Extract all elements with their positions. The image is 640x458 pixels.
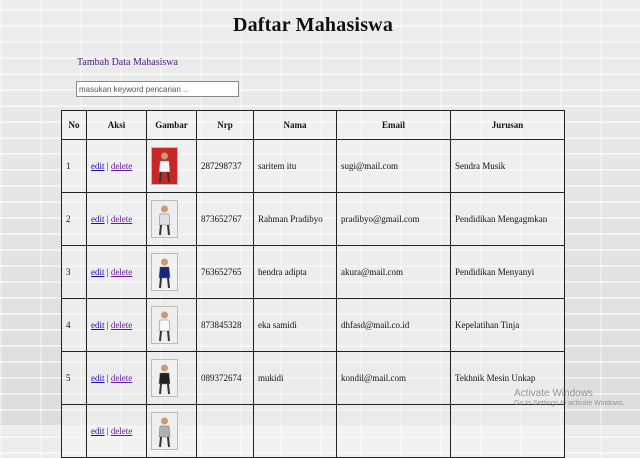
table-body: 1 edit | delete 287298737 saritem itu sugi@m… — [61, 139, 565, 458]
cell-no — [61, 404, 87, 458]
page-title: Daftar Mahasiswa — [232, 14, 394, 36]
column-header-no: No — [61, 110, 87, 140]
cell-gambar — [146, 192, 197, 246]
column-header-nama: Nama — [253, 110, 337, 140]
table-row: 1 edit | delete 287298737 saritem itu sugi@m… — [61, 139, 565, 193]
cell-nama: Rahman Pradibyo — [253, 192, 337, 246]
edit-link[interactable]: edit — [91, 267, 105, 277]
delete-link[interactable]: delete — [111, 214, 133, 224]
search-input[interactable] — [76, 81, 239, 97]
edit-link[interactable]: edit — [91, 373, 105, 383]
cell-gambar — [146, 245, 197, 299]
cell-gambar — [146, 351, 197, 405]
column-header-jurusan: Jurusan — [450, 110, 565, 140]
cell-no: 1 — [61, 139, 87, 193]
cell-email — [336, 404, 451, 458]
delete-link[interactable]: delete — [111, 373, 133, 383]
action-separator: | — [106, 320, 109, 330]
action-separator: | — [106, 426, 109, 436]
column-header-email: Email — [336, 110, 451, 140]
add-student-link[interactable]: Tambah Data Mahasiswa — [77, 57, 178, 68]
delete-link[interactable]: delete — [111, 161, 133, 171]
table-row: 3 edit | delete 763652765 hendra adipta akur… — [61, 245, 565, 299]
cell-no: 5 — [61, 351, 87, 405]
cell-aksi: edit | delete — [86, 245, 147, 299]
cell-email: dhfasd@mail.co.id — [336, 298, 451, 352]
cell-nama — [253, 404, 337, 458]
action-separator: | — [106, 267, 109, 277]
cell-jurusan: Kepelatihan Tinja — [450, 298, 565, 352]
cell-aksi: edit | delete — [86, 351, 147, 405]
cell-nrp: 287298737 — [196, 139, 254, 193]
photo-thumbnail-icon — [151, 306, 178, 344]
cell-jurusan: Pendidikan Menyanyi — [450, 245, 565, 299]
edit-link[interactable]: edit — [91, 214, 105, 224]
cell-aksi: edit | delete — [86, 298, 147, 352]
cell-no: 2 — [61, 192, 87, 246]
cell-nrp: 089372674 — [196, 351, 254, 405]
photo-thumbnail-icon — [151, 412, 178, 450]
photo-thumbnail-icon — [151, 147, 178, 185]
cell-aksi: edit | delete — [86, 139, 147, 193]
column-header-aksi: Aksi — [86, 110, 147, 140]
action-separator: | — [106, 161, 109, 171]
cell-email: kondil@mail.com — [336, 351, 451, 405]
delete-link[interactable]: delete — [111, 426, 133, 436]
cell-nrp: 873652767 — [196, 192, 254, 246]
cell-nrp — [196, 404, 254, 458]
column-header-gambar: Gambar — [146, 110, 197, 140]
cell-jurusan: Pendidikan Mengagmkan — [450, 192, 565, 246]
edit-link[interactable]: edit — [91, 320, 105, 330]
table-row: 4 edit | delete 873845328 eka samidi dhfasd@… — [61, 298, 565, 352]
photo-thumbnail-icon — [151, 200, 178, 238]
cell-jurusan — [450, 404, 565, 458]
table-header-row: No Aksi Gambar Nrp Nama Email Jurusan — [61, 110, 565, 140]
students-table: No Aksi Gambar Nrp Nama Email Jurusan 1e… — [61, 110, 565, 458]
table-row: 2 edit | delete 873652767 Rahman Pradibyo pr… — [61, 192, 565, 246]
table-row: edit | delete — [61, 404, 565, 458]
edit-link[interactable]: edit — [91, 161, 105, 171]
cell-gambar — [146, 139, 197, 193]
action-separator: | — [106, 373, 109, 383]
table-row: 5 edit | delete 089372674 mukidi kondil@mail… — [61, 351, 565, 405]
cell-jurusan: Tekhnik Mesin Unkap — [450, 351, 565, 405]
cell-nrp: 873845328 — [196, 298, 254, 352]
cell-aksi: edit | delete — [86, 192, 147, 246]
photo-thumbnail-icon — [151, 253, 178, 291]
cell-nama: saritem itu — [253, 139, 337, 193]
cell-nama: eka samidi — [253, 298, 337, 352]
cell-email: akura@mail.com — [336, 245, 451, 299]
cell-email: pradibyo@gmail.com — [336, 192, 451, 246]
action-separator: | — [106, 214, 109, 224]
cell-no: 4 — [61, 298, 87, 352]
cell-nama: mukidi — [253, 351, 337, 405]
cell-gambar — [146, 404, 197, 458]
cell-aksi: edit | delete — [86, 404, 147, 458]
column-header-nrp: Nrp — [196, 110, 254, 140]
cell-nrp: 763652765 — [196, 245, 254, 299]
cell-gambar — [146, 298, 197, 352]
delete-link[interactable]: delete — [111, 320, 133, 330]
cell-email: sugi@mail.com — [336, 139, 451, 193]
edit-link[interactable]: edit — [91, 426, 105, 436]
cell-nama: hendra adipta — [253, 245, 337, 299]
cell-no: 3 — [61, 245, 87, 299]
delete-link[interactable]: delete — [111, 267, 133, 277]
cell-jurusan: Sendra Musik — [450, 139, 565, 193]
photo-thumbnail-icon — [151, 359, 178, 397]
